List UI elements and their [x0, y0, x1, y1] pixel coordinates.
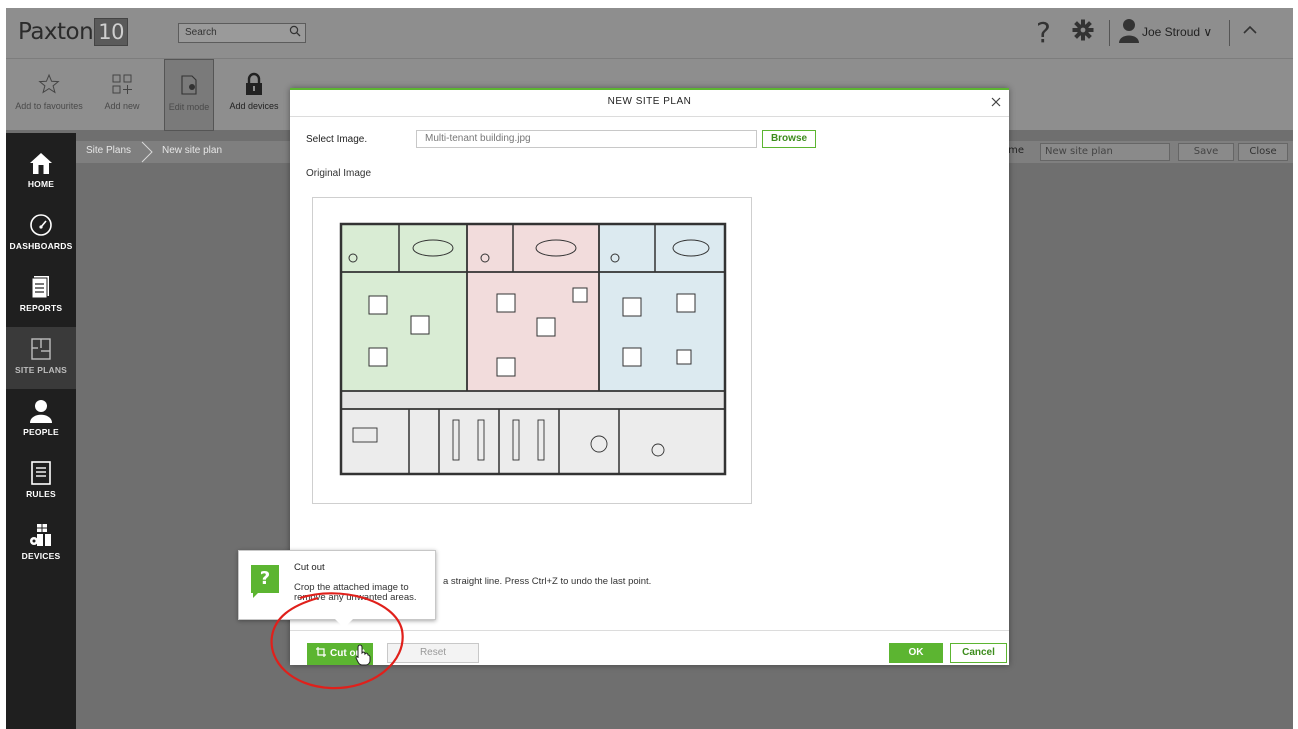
tool-label: Add to favourites	[15, 101, 83, 111]
top-bar: Paxton 10 Search ? Joe Stroud ∨	[6, 8, 1293, 58]
save-button[interactable]: Save	[1178, 143, 1234, 161]
crop-icon	[316, 647, 326, 657]
divider	[290, 630, 1009, 631]
speech-tail	[253, 591, 260, 598]
reports-icon	[6, 271, 76, 303]
browse-button[interactable]: Browse	[762, 130, 816, 148]
close-button[interactable]: Close	[1238, 143, 1288, 161]
edit-mode-button[interactable]: Edit mode	[164, 59, 214, 131]
dialog-title: NEW SITE PLAN	[607, 96, 692, 107]
floor-plan-image	[339, 222, 727, 476]
breadcrumb-site-plans[interactable]: Site Plans	[86, 145, 131, 156]
sidebar-item-home[interactable]: HOME	[6, 141, 76, 203]
rules-icon	[6, 457, 76, 489]
add-devices-button[interactable]: Add devices	[224, 59, 284, 131]
user-avatar-icon[interactable]	[1118, 18, 1140, 44]
sidebar-item-label: SITE PLANS	[14, 365, 68, 375]
sidebar-item-site-plans[interactable]: SITE PLANS	[6, 327, 76, 389]
dashboard-gauge-icon	[6, 209, 76, 241]
sidebar-item-devices[interactable]: DEVICES	[6, 513, 76, 575]
sidebar-item-label: DASHBOARDS	[9, 241, 73, 251]
chevron-up-icon[interactable]	[1242, 22, 1258, 42]
add-to-favourites-button[interactable]: Add to favourites	[14, 59, 84, 131]
devices-icon	[6, 519, 76, 551]
help-question-icon: ?	[251, 565, 279, 593]
select-image-label: Select Image.	[306, 134, 368, 145]
gear-icon[interactable]	[1071, 18, 1095, 48]
original-image-preview[interactable]	[312, 197, 752, 504]
sidebar-item-label: RULES	[26, 489, 56, 499]
app-window: Paxton 10 Search ? Joe Stroud ∨ Add to fa…	[6, 8, 1293, 729]
site-plans-icon	[6, 333, 76, 365]
search-placeholder: Search	[185, 27, 217, 38]
breadcrumb-arrow-icon	[141, 141, 153, 163]
sidebar-item-label: HOME	[27, 179, 55, 189]
tooltip-title: Cut out	[294, 562, 325, 573]
search-input[interactable]: Search	[178, 23, 306, 43]
search-icon[interactable]	[289, 25, 301, 40]
original-image-label: Original Image	[306, 168, 372, 179]
add-new-button[interactable]: Add new	[96, 59, 148, 131]
person-icon	[6, 395, 76, 427]
help-icon[interactable]: ?	[1036, 16, 1051, 49]
divider	[1109, 20, 1110, 46]
divider	[1229, 20, 1230, 46]
add-new-icon	[96, 67, 148, 101]
tool-label: Add new	[104, 101, 140, 111]
edit-mode-icon	[165, 68, 213, 102]
sidebar-item-label: DEVICES	[21, 551, 61, 561]
reset-button[interactable]: Reset	[387, 643, 479, 663]
sidebar-item-people[interactable]: PEOPLE	[6, 389, 76, 451]
dialog-close-icon[interactable]	[991, 93, 1001, 111]
cut-out-tooltip: ? Cut out Crop the attached image to rem…	[238, 550, 436, 628]
logo-text: Paxton	[18, 19, 94, 45]
ok-button[interactable]: OK	[889, 643, 943, 663]
tool-label: Edit mode	[168, 102, 210, 112]
sidebar-item-reports[interactable]: REPORTS	[6, 265, 76, 327]
hand-cursor-icon	[355, 644, 371, 666]
divider	[290, 116, 1009, 117]
tool-label: Add devices	[229, 101, 279, 111]
cancel-button[interactable]: Cancel	[950, 643, 1007, 663]
select-image-input[interactable]: Multi-tenant building.jpg	[416, 130, 757, 148]
sidebar-item-rules[interactable]: RULES	[6, 451, 76, 513]
name-input[interactable]: New site plan	[1040, 143, 1170, 161]
star-icon	[14, 67, 84, 101]
cutout-hint-text: a straight line. Press Ctrl+Z to undo th…	[443, 576, 652, 587]
sidebar-item-dashboards[interactable]: DASHBOARDS	[6, 203, 76, 265]
breadcrumb-new-site-plan: New site plan	[162, 145, 223, 156]
paxton-logo: Paxton 10	[18, 18, 128, 46]
tooltip-pointer	[335, 619, 353, 628]
home-icon	[6, 147, 76, 179]
user-menu[interactable]: Joe Stroud ∨	[1142, 25, 1212, 39]
app-root: Paxton 10 Search ? Joe Stroud ∨ Add to fa…	[0, 0, 1298, 729]
sidebar-item-label: PEOPLE	[23, 427, 59, 437]
logo-badge: 10	[94, 18, 128, 46]
main-sidebar: HOME DASHBOARDS REPORTS SITE PLANS PEOPL…	[6, 133, 76, 729]
tooltip-body: Crop the attached image to remove any un…	[294, 582, 417, 603]
lock-icon	[224, 67, 284, 101]
sidebar-item-label: REPORTS	[19, 303, 63, 313]
